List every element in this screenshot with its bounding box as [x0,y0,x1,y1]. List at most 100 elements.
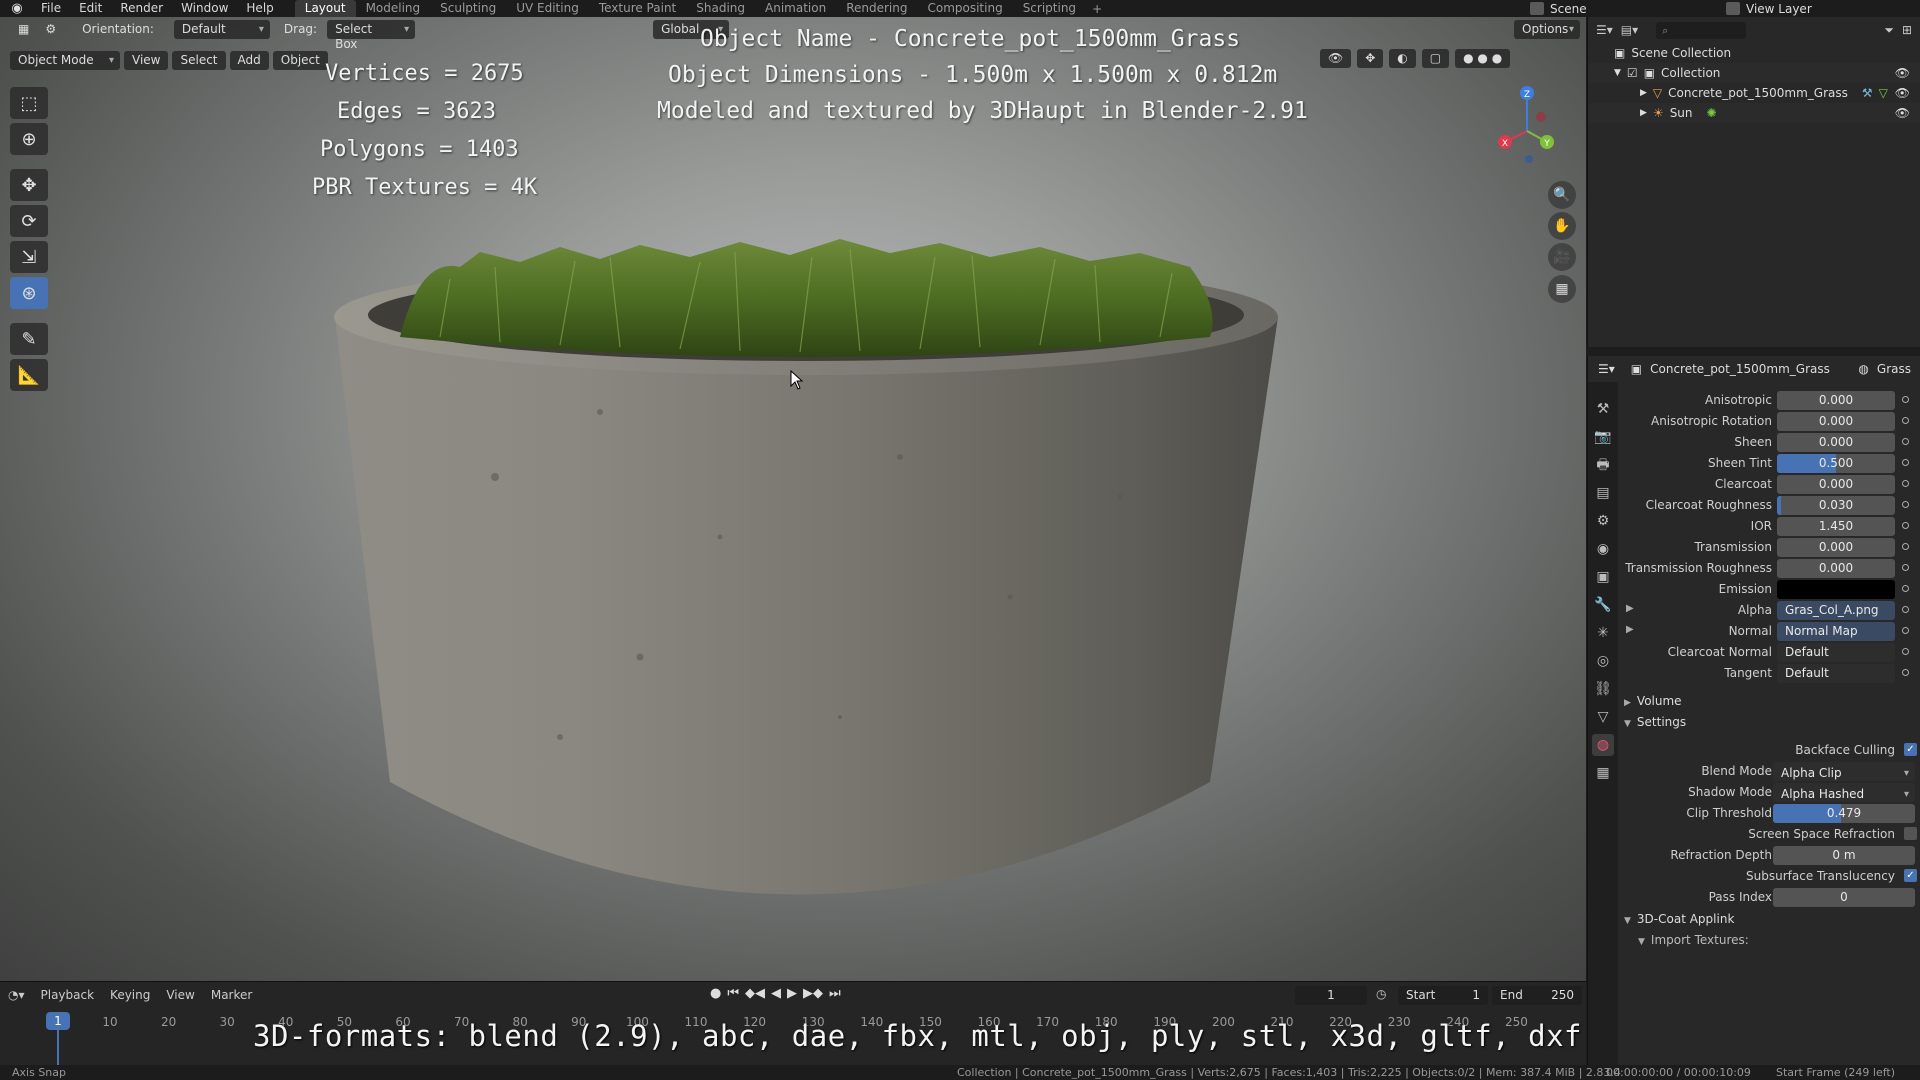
socket-dot-icon[interactable] [1902,627,1909,634]
menu-keying[interactable]: Keying [102,988,158,1002]
start-frame-field[interactable]: Start 1 [1398,986,1488,1005]
grid-perspective-icon[interactable]: ▦ [1548,275,1576,303]
tab-rendering[interactable]: Rendering [836,0,917,17]
texture-tab-icon[interactable]: ▦ [1592,762,1614,784]
navigation-gizmo[interactable]: Z X Y [1495,83,1565,163]
socket-dot-icon[interactable] [1902,648,1909,655]
play-icon[interactable]: ▶ [787,986,797,1001]
menu-file[interactable]: File [32,0,70,17]
measure-tool-icon[interactable]: 📐 [10,359,48,391]
outliner-item-pot[interactable]: ▶ ▽ Concrete_pot_1500mm_Grass ⚒ ▽ 👁 [1588,83,1920,103]
menu-add[interactable]: Add [229,50,269,70]
import-textures-section[interactable]: ▼ Import Textures: [1638,933,1749,947]
physics-tab-icon[interactable]: ◎ [1592,650,1614,672]
shader-row-field[interactable]: Default [1777,643,1895,662]
select-box-tool-icon[interactable]: ⬚ [10,87,48,119]
overlay-toggle-icon[interactable]: ◐ [1389,49,1416,68]
filter-icon[interactable]: ⏷ [1884,23,1894,38]
next-keyframe-icon[interactable]: ▶◆ [803,986,823,1001]
world-tab-icon[interactable]: ◉ [1592,538,1614,560]
socket-dot-icon[interactable] [1902,459,1909,466]
settings-section[interactable]: ▼ Settings [1624,715,1686,729]
zoom-icon[interactable]: 🔍 [1548,181,1576,209]
backface-culling-checkbox[interactable]: ✓ [1904,743,1917,756]
socket-dot-icon[interactable] [1902,417,1909,424]
outliner-search-input[interactable]: ⌕ [1656,21,1747,39]
socket-dot-icon[interactable] [1902,543,1909,550]
scale-tool-icon[interactable]: ⇲ [10,241,48,273]
socket-dot-icon[interactable] [1902,606,1909,613]
end-frame-field[interactable]: End 250 [1492,986,1582,1005]
collection-checkbox[interactable]: ☑ [1627,66,1638,80]
scene-tab-icon[interactable]: ⚙ [1592,510,1614,532]
output-tab-icon[interactable]: 🖶 [1592,454,1614,476]
tab-compositing[interactable]: Compositing [917,0,1012,17]
shader-row-field[interactable]: 0.000 [1777,391,1895,410]
menu-edit[interactable]: Edit [70,0,111,17]
orientation-dropdown[interactable]: Default [173,19,270,39]
expand-arrow-icon[interactable]: ▼ [1614,68,1621,78]
refraction-depth-field[interactable]: 0 m [1773,846,1915,865]
outliner-collection[interactable]: ▼ ☑ ▣ Collection 👁 [1588,63,1920,83]
data-tab-icon[interactable]: ▽ [1592,706,1614,728]
playhead-line[interactable] [57,1030,59,1066]
3dcoat-applink-section[interactable]: ▼ 3D-Coat Applink [1624,912,1734,926]
socket-dot-icon[interactable] [1902,480,1909,487]
view-layer-selector[interactable]: View Layer [1726,0,1812,17]
shader-row-field[interactable]: 0.000 [1777,433,1895,452]
scene-selector[interactable]: Scene [1530,0,1587,17]
socket-dot-icon[interactable] [1902,438,1909,445]
socket-dot-icon[interactable] [1902,396,1909,403]
menu-object[interactable]: Object [272,50,328,70]
ssr-checkbox[interactable] [1904,827,1917,840]
particles-tab-icon[interactable]: ✳ [1592,622,1614,644]
shader-row-field[interactable]: 1.450 [1777,517,1895,536]
tab-animation[interactable]: Animation [755,0,836,17]
pass-index-field[interactable]: 0 [1773,888,1915,907]
shader-row-field[interactable]: 0.500 [1777,454,1895,473]
3d-viewport[interactable]: ▦ ⚙ Orientation: Default Drag: Select Bo… [0,17,1586,981]
socket-dot-icon[interactable] [1902,585,1909,592]
tool-settings-icon[interactable]: ⚙ [37,20,64,39]
tool-tab-icon[interactable]: ⚒ [1592,398,1614,420]
camera-view-icon[interactable]: 🎥 [1548,243,1576,271]
properties-editor-type-icon[interactable]: ☰▾ [1598,362,1615,376]
menu-timeline-view[interactable]: View [158,988,202,1002]
socket-dot-icon[interactable] [1902,564,1909,571]
material-tab-icon[interactable]: ◍ [1592,734,1614,756]
outliner-scene-collection[interactable]: ▣ Scene Collection [1588,43,1920,63]
expand-arrow-icon[interactable]: ▶ [1640,88,1647,98]
shader-row-field[interactable]: 0.000 [1777,559,1895,578]
gizmo-toggle-icon[interactable]: ✥ [1357,49,1384,68]
prev-keyframe-icon[interactable]: ◆◀ [745,986,765,1001]
outliner-editor-type-icon[interactable]: ☰▾ [1596,23,1613,37]
options-dropdown[interactable]: Options [1514,19,1580,39]
drag-dropdown[interactable]: Select Box [327,19,416,51]
play-reverse-icon[interactable]: ◀ [771,986,781,1001]
shader-row-field[interactable]: 0.000 [1777,538,1895,557]
tab-uv-editing[interactable]: UV Editing [506,0,589,17]
menu-window[interactable]: Window [172,0,237,17]
shader-row-field[interactable]: Default [1777,664,1895,683]
tab-scripting[interactable]: Scripting [1013,0,1086,17]
move-tool-icon[interactable]: ✥ [10,169,48,201]
menu-help[interactable]: Help [237,0,282,17]
shading-mode-icon[interactable]: ● ● ● [1455,49,1511,68]
visibility-icon[interactable]: 👁 [1320,49,1352,68]
object-tab-icon[interactable]: ▣ [1592,566,1614,588]
expand-arrow-icon[interactable]: ▶ [1626,624,1634,635]
tab-layout[interactable]: Layout [294,0,356,17]
display-mode-icon[interactable]: ▤▾ [1621,23,1638,37]
socket-dot-icon[interactable] [1902,669,1909,676]
cursor-tool-icon[interactable]: ⊕ [10,123,48,155]
shader-row-field[interactable]: Gras_Col_A.png [1777,601,1895,620]
current-frame-field[interactable]: 1 [1295,986,1367,1005]
shader-row-field[interactable]: Normal Map [1777,622,1895,641]
editor-type-icon[interactable]: ▦ [10,20,37,39]
view-layer-tab-icon[interactable]: ▤ [1592,482,1614,504]
shader-row-field[interactable]: 0.000 [1777,475,1895,494]
render-tab-icon[interactable]: 📷 [1592,426,1614,448]
blend-mode-dropdown[interactable]: Alpha Clip [1773,762,1915,781]
rotate-tool-icon[interactable]: ⟳ [10,205,48,237]
playhead-frame-indicator[interactable]: 1 [46,1012,70,1030]
